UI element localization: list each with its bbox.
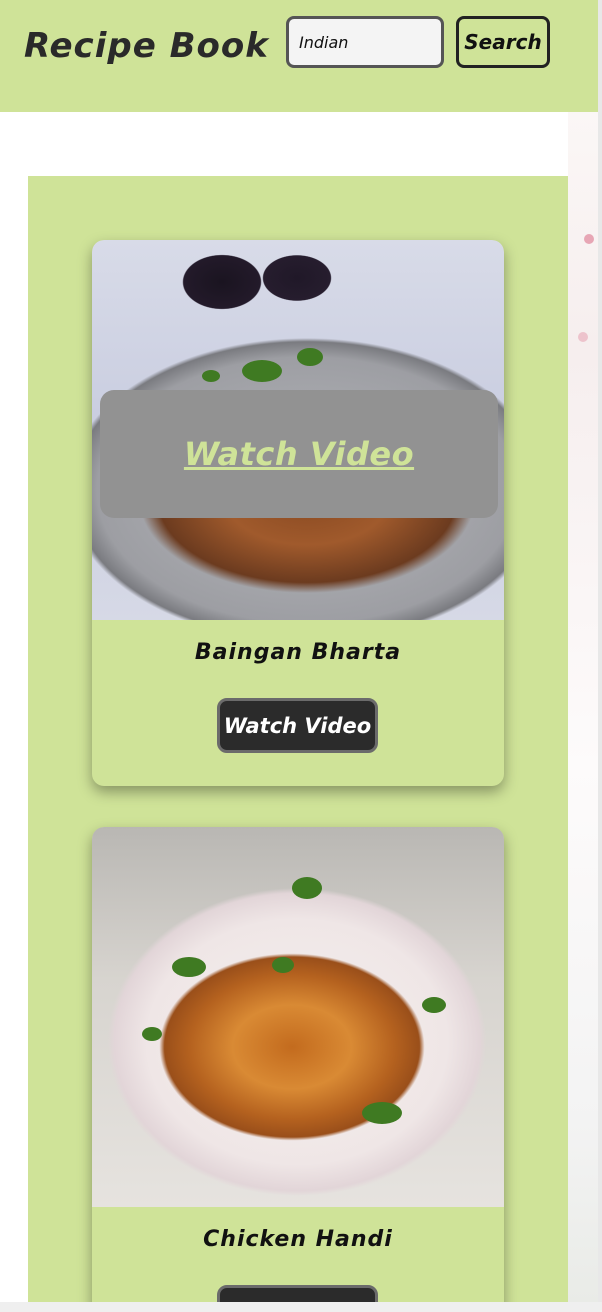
page: Recipe Book Search Watch Video Baingan B… xyxy=(0,0,602,1312)
watch-video-button[interactable]: Watch Video xyxy=(217,698,378,753)
garnish-leaf xyxy=(292,877,322,899)
garnish-leaf xyxy=(297,348,323,366)
recipe-card: Chicken Handi Watch Video xyxy=(92,827,504,1312)
decoration-dot xyxy=(584,234,594,244)
recipe-image-chicken-handi xyxy=(92,827,504,1207)
garnish-leaf xyxy=(362,1102,402,1124)
garnish-leaf xyxy=(202,370,220,382)
background-decoration xyxy=(568,112,598,1302)
garnish-leaf xyxy=(142,1027,162,1041)
recipe-title: Baingan Bharta xyxy=(194,640,402,665)
recipe-results-panel: Watch Video Baingan Bharta Watch Video C… xyxy=(28,176,568,1312)
app-title: Recipe Book xyxy=(24,26,269,66)
recipe-title: Chicken Handi xyxy=(203,1227,393,1252)
header-bar: Recipe Book Search xyxy=(0,0,598,112)
search-input[interactable] xyxy=(286,16,444,68)
scrollbar-track[interactable] xyxy=(598,0,602,1312)
recipe-image-baingan-bharta: Watch Video xyxy=(92,240,504,620)
recipe-card: Watch Video Baingan Bharta Watch Video xyxy=(92,240,504,786)
watch-video-link[interactable]: Watch Video xyxy=(184,435,414,473)
decoration-dot xyxy=(578,332,588,342)
garnish-leaf xyxy=(422,997,446,1013)
garnish-leaf xyxy=(242,360,282,382)
bottom-edge xyxy=(0,1302,602,1312)
search-button[interactable]: Search xyxy=(456,16,550,68)
garnish-leaf xyxy=(272,957,294,973)
garnish-leaf xyxy=(172,957,206,977)
video-overlay: Watch Video xyxy=(100,390,498,518)
